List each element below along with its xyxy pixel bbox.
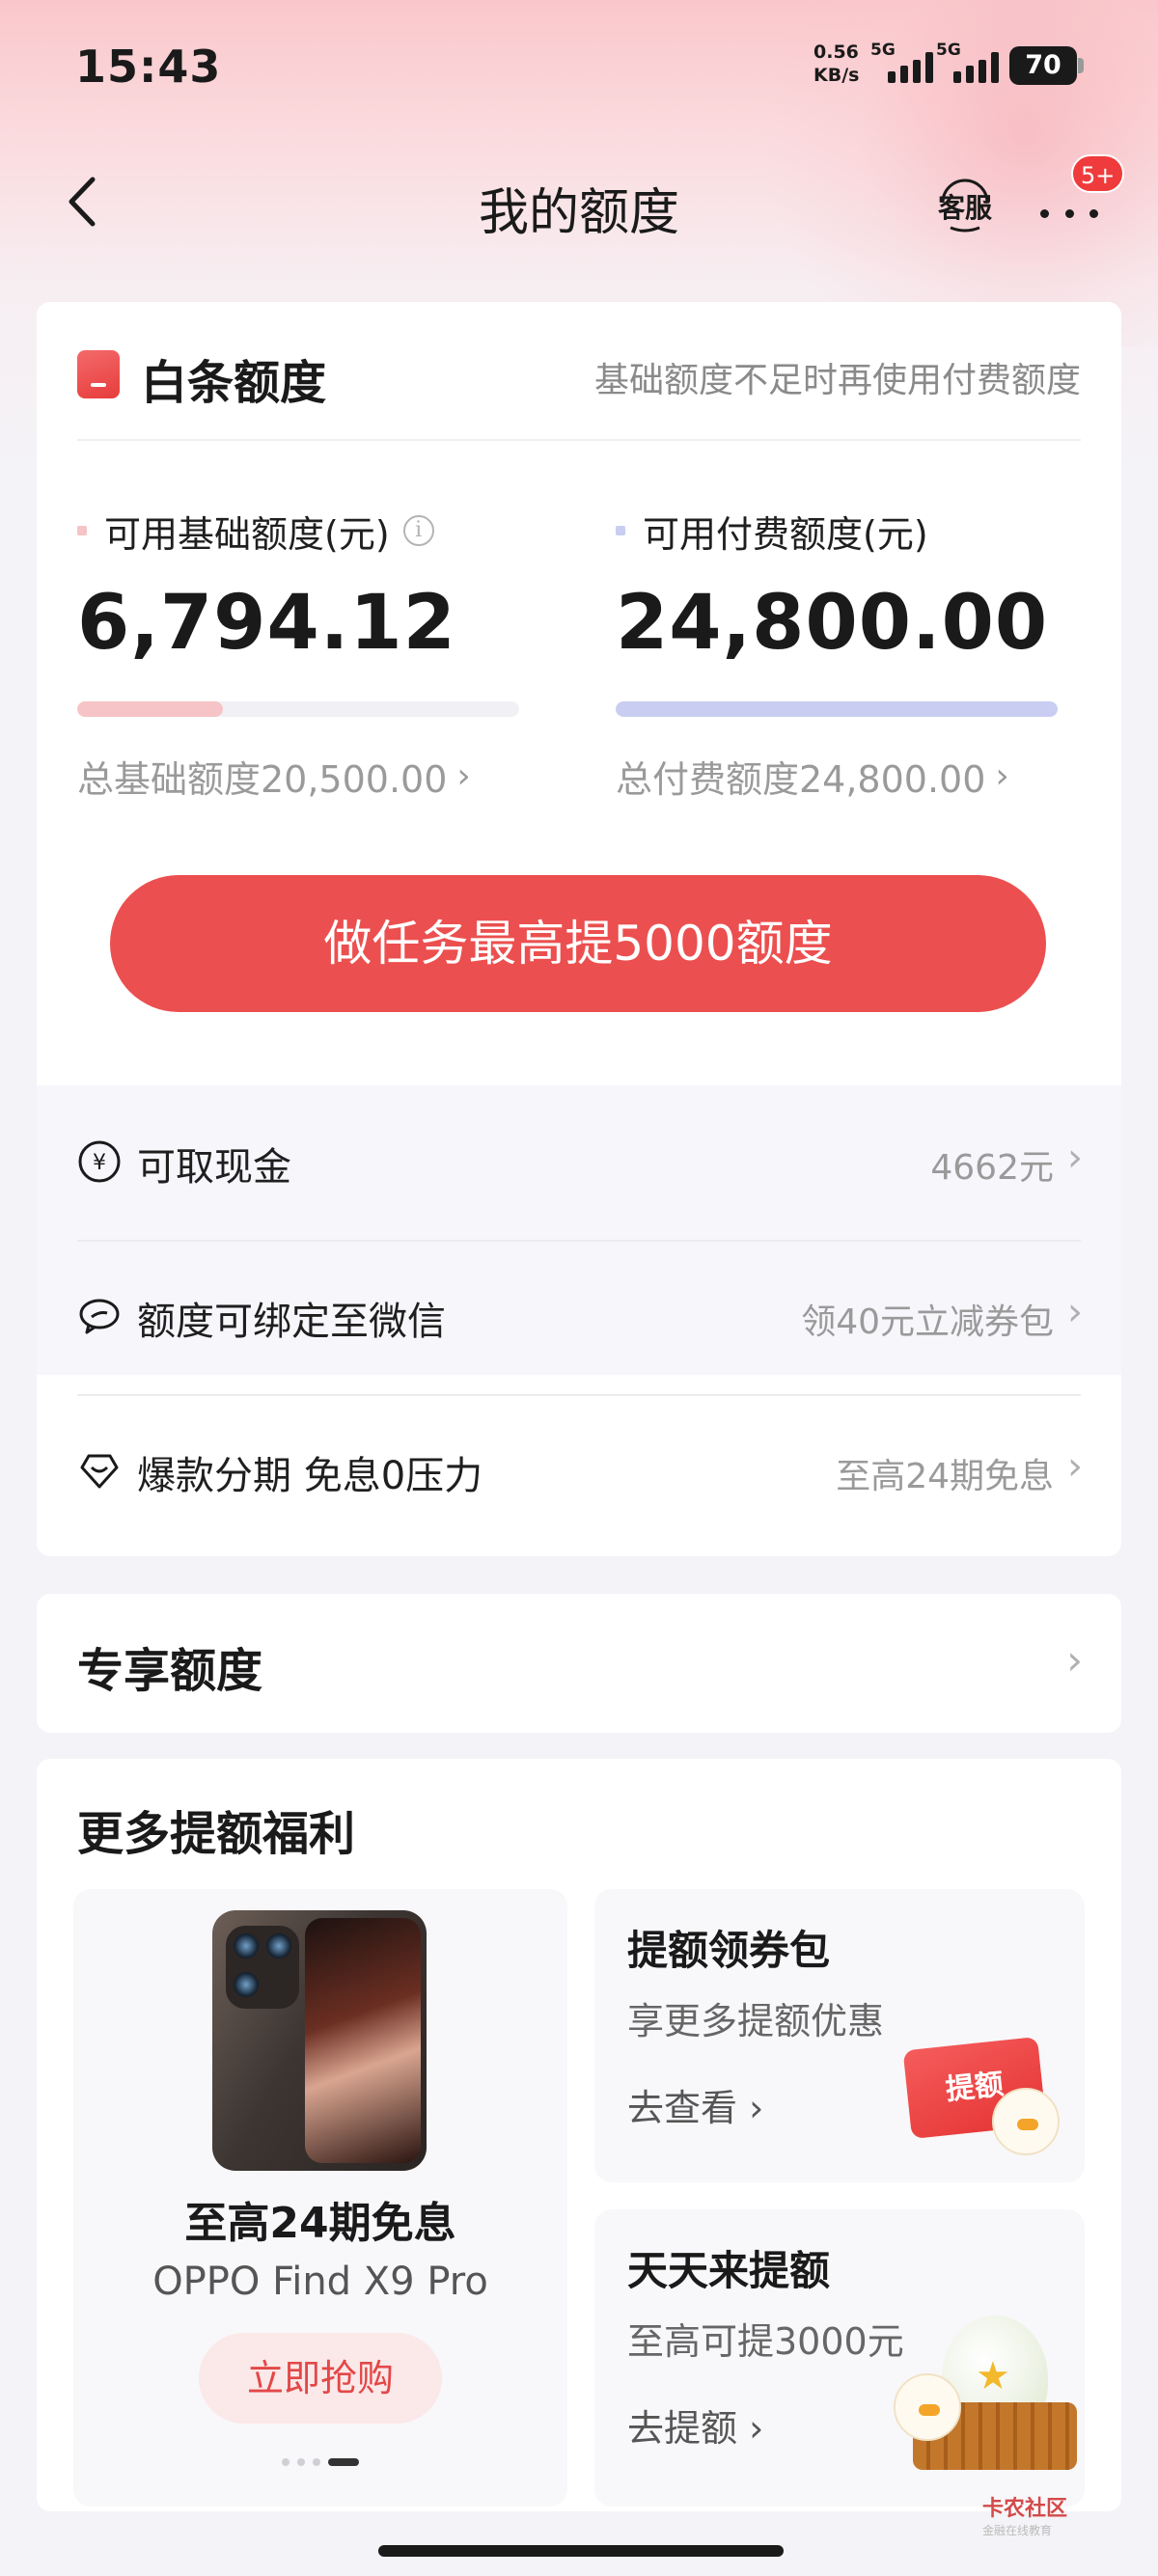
basic-quota-progress	[77, 701, 519, 717]
feature-row-cash[interactable]: ¥ 可取现金 4662元 ›	[37, 1085, 1121, 1240]
nav-bar: 我的额度 客服 5+	[0, 145, 1158, 260]
customer-service-button[interactable]: 客服	[931, 170, 999, 237]
promo-title: 至高24期免息	[184, 2199, 456, 2248]
basic-quota-total: 总基础额度20,500.00	[77, 758, 448, 801]
phone-screen	[305, 1918, 421, 2163]
baitiao-quota-card: 白条额度 基础额度不足时再使用付费额度 可用基础额度(元) i 6,794.12…	[37, 302, 1121, 1556]
signal-icon-sim2: 5G	[936, 41, 1002, 85]
coupon-promo-card[interactable]: 提额领券包 享更多提额优惠 去查看 › 提额	[594, 1889, 1085, 2182]
quota-summary: 白条额度 基础额度不足时再使用付费额度 可用基础额度(元) i 6,794.12…	[37, 302, 1121, 1085]
promo-subtitle: 享更多提额优惠	[627, 2000, 885, 2042]
feature-row-installment[interactable]: 爆款分期 免息0压力 至高24期免息 ›	[37, 1394, 1121, 1548]
battery-tip	[1078, 58, 1084, 73]
task-cta-button[interactable]: 做任务最高提5000额度	[110, 875, 1046, 1012]
chevron-right-icon: ›	[995, 756, 1009, 796]
carousel-pager	[282, 2458, 359, 2466]
promo-title: 提额领券包	[627, 1927, 831, 1974]
star-icon: ★	[976, 2354, 1010, 2398]
signal-icon-sim1: 5G	[870, 41, 936, 85]
feature-label: 爆款分期 免息0压力	[137, 1454, 483, 1498]
promo-title: 天天来提额	[627, 2247, 831, 2294]
svg-text:¥: ¥	[93, 1151, 106, 1175]
more-benefits-card: 更多提额福利 至高24期免息 OPPO Find X9 Pro 立即抢购 提额领…	[37, 1759, 1121, 2511]
basic-quota-label: 可用基础额度(元)	[104, 512, 390, 556]
installment-heart-icon	[80, 1454, 119, 1489]
wechat-bubble-icon	[79, 1299, 120, 1334]
status-time: 15:43	[75, 41, 222, 93]
chevron-right-icon: ›	[1067, 1444, 1083, 1489]
chevron-right-icon: ›	[1067, 1136, 1083, 1180]
watermark: 卡农社区 金融在线教育	[982, 2491, 1067, 2538]
promo-link[interactable]: 去查看 ›	[627, 2078, 763, 2131]
feature-row-wechat[interactable]: 额度可绑定至微信 领40元立减券包 ›	[37, 1240, 1121, 1394]
paid-quota-progress-fill	[616, 701, 1058, 717]
chevron-right-icon: ›	[456, 756, 471, 796]
feature-list: ¥ 可取现金 4662元 › 额度可绑定至微信 领40元立减券包 › 爆款分期 …	[37, 1085, 1121, 1498]
paid-quota-label: 可用付费额度(元)	[643, 512, 928, 556]
paid-quota-label-row: 可用付费额度(元)	[616, 507, 1069, 556]
paid-quota-progress	[616, 701, 1058, 717]
watermark-text: 卡农社区	[982, 2497, 1068, 2521]
feature-label: 可取现金	[137, 1145, 291, 1190]
home-indicator	[378, 2545, 784, 2557]
coupon-illustration: 提额	[901, 2024, 1065, 2169]
chevron-right-icon: ›	[1066, 1636, 1083, 1684]
buy-now-button[interactable]: 立即抢购	[199, 2333, 442, 2424]
divider	[77, 439, 1081, 441]
exclusive-quota-title: 专享额度	[77, 1644, 263, 1698]
yuan-coin-icon: ¥	[78, 1140, 121, 1183]
basic-quota-label-row: 可用基础额度(元) i	[77, 507, 531, 556]
paid-quota-total: 总付费额度24,800.00	[616, 758, 986, 801]
chevron-right-icon: ›	[1067, 1290, 1083, 1334]
feature-value: 至高24期免息	[836, 1457, 1054, 1496]
phone-promo-card[interactable]: 至高24期免息 OPPO Find X9 Pro 立即抢购	[73, 1889, 567, 2507]
status-bar: 15:43 0.56 KB/s 5G 5G 70	[0, 0, 1158, 135]
paid-quota-dot	[616, 526, 625, 535]
feature-value: 领40元立减券包	[801, 1302, 1054, 1342]
notification-badge: 5+	[1071, 154, 1125, 193]
network-speed-value: 0.56	[813, 41, 859, 63]
feature-label: 额度可绑定至微信	[137, 1300, 446, 1344]
basic-quota-dot	[77, 526, 87, 535]
paid-quota-section: 可用付费额度(元) 24,800.00 总付费额度24,800.00 ›	[616, 507, 1069, 803]
duck-mascot-icon	[894, 2373, 961, 2441]
promo-product: OPPO Find X9 Pro	[152, 2260, 488, 2304]
promo-subtitle: 至高可提3000元	[627, 2320, 904, 2363]
more-benefits-title: 更多提额福利	[77, 1807, 356, 1861]
basic-quota-total-link[interactable]: 总基础额度20,500.00 ›	[77, 750, 531, 803]
baitiao-note: 基础额度不足时再使用付费额度	[593, 361, 1081, 400]
promo-link-label: 去提额	[627, 2407, 738, 2450]
promo-link-label: 去查看	[627, 2087, 738, 2129]
info-icon[interactable]: i	[402, 515, 434, 546]
basic-quota-value: 6,794.12	[77, 580, 456, 667]
paid-quota-value: 24,800.00	[616, 580, 1049, 667]
phone-image	[212, 1910, 427, 2171]
promo-link[interactable]: 去提额 ›	[627, 2398, 763, 2452]
battery-icon: 70	[1009, 46, 1077, 85]
paid-quota-total-link[interactable]: 总付费额度24,800.00 ›	[616, 750, 1069, 803]
feature-value: 4662元	[930, 1148, 1054, 1188]
duck-mascot-icon	[992, 2088, 1060, 2155]
network-speed: 0.56 KB/s	[813, 41, 859, 87]
network-speed-unit: KB/s	[813, 65, 860, 86]
baitiao-icon	[77, 350, 120, 398]
basic-quota-section: 可用基础额度(元) i 6,794.12 总基础额度20,500.00 ›	[77, 507, 531, 803]
watermark-sub: 金融在线教育	[982, 2524, 1053, 2537]
baitiao-title: 白条额度	[141, 356, 327, 410]
camera-module	[226, 1926, 299, 2009]
basic-quota-progress-fill	[77, 701, 224, 717]
customer-service-label: 客服	[937, 192, 992, 224]
exclusive-quota-card[interactable]: 专享额度 ›	[37, 1594, 1121, 1733]
daily-raise-promo-card[interactable]: 天天来提额 至高可提3000元 去提额 › ★	[594, 2209, 1085, 2507]
